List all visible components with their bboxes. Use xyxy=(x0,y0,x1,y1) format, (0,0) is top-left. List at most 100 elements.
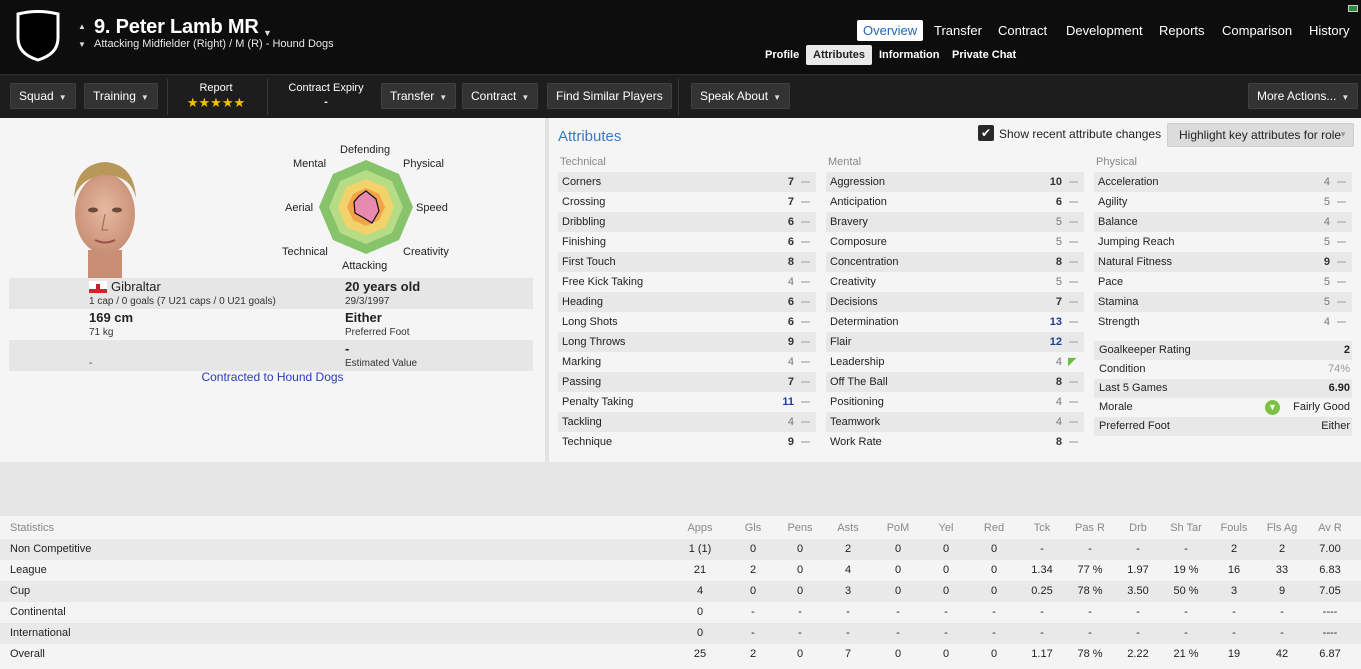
statistics-cell: 2 xyxy=(1230,543,1238,555)
attribute-row-strength[interactable]: Strength 4 xyxy=(1094,312,1352,332)
tab-reports[interactable]: Reports xyxy=(1153,20,1211,41)
statistics-row[interactable]: Non Competitive 1 (1) 0 0 2 0 0 0 - - - - 2 2 7.00 xyxy=(0,539,1361,560)
attribute-value: 7 xyxy=(787,196,794,208)
contract-expiry-label: Contract Expiry xyxy=(288,82,364,94)
attribute-trend-dash xyxy=(1069,241,1078,243)
statistics-cell: - xyxy=(1088,543,1092,555)
attribute-trend-dash xyxy=(801,261,810,263)
attribute-row-determination[interactable]: Determination 13 xyxy=(826,312,1084,332)
attribute-row-jumping-reach[interactable]: Jumping Reach 5 xyxy=(1094,232,1352,252)
tab-contract[interactable]: Contract xyxy=(992,20,1053,41)
attribute-value: 4 xyxy=(1323,216,1330,228)
radar-label-creativity: Creativity xyxy=(403,246,449,258)
tab-comparison[interactable]: Comparison xyxy=(1216,20,1298,41)
training-button[interactable]: Training ▼ xyxy=(84,83,158,109)
attribute-row-dribbling[interactable]: Dribbling 6 xyxy=(558,212,816,232)
attribute-row-decisions[interactable]: Decisions 7 xyxy=(826,292,1084,312)
next-player-icon[interactable]: ▼ xyxy=(78,40,86,49)
player-menu-chevron-down-icon[interactable]: ▼ xyxy=(263,28,272,38)
statistics-cell: 0 xyxy=(749,585,757,597)
attribute-value: 6 xyxy=(787,296,794,308)
contract-label: Contract xyxy=(471,89,517,103)
attribute-row-acceleration[interactable]: Acceleration 4 xyxy=(1094,172,1352,192)
attribute-row-natural-fitness[interactable]: Natural Fitness 9 xyxy=(1094,252,1352,272)
attribute-trend-dash xyxy=(1069,321,1078,323)
speak-about-button[interactable]: Speak About ▼ xyxy=(691,83,790,109)
attribute-row-creativity[interactable]: Creativity 5 xyxy=(826,272,1084,292)
statistics-row[interactable]: International 0- - - - - - - - - - - - ---- xyxy=(0,623,1361,644)
attribute-row-concentration[interactable]: Concentration 8 xyxy=(826,252,1084,272)
attribute-row-aggression[interactable]: Aggression 10 xyxy=(826,172,1084,192)
radar-label-technical: Technical xyxy=(282,246,328,258)
statistics-row[interactable]: Cup 4 0 0 3 0 0 0 0.25 78 % 3.50 50 % 3 9 7.05 xyxy=(0,581,1361,602)
subtab-profile[interactable]: Profile xyxy=(758,45,806,65)
attribute-row-composure[interactable]: Composure 5 xyxy=(826,232,1084,252)
attribute-row-first-touch[interactable]: First Touch 8 xyxy=(558,252,816,272)
tab-development[interactable]: Development xyxy=(1060,20,1149,41)
attribute-row-work-rate[interactable]: Work Rate 8 xyxy=(826,432,1084,452)
attribute-row-balance[interactable]: Balance 4 xyxy=(1094,212,1352,232)
toolbar-divider xyxy=(267,79,268,115)
attribute-name: Technique xyxy=(562,436,613,448)
tab-transfer[interactable]: Transfer xyxy=(928,20,988,41)
chevron-down-icon: ▼ xyxy=(521,93,530,102)
attribute-row-crossing[interactable]: Crossing 7 xyxy=(558,192,816,212)
attribute-row-bravery[interactable]: Bravery 5 xyxy=(826,212,1084,232)
attribute-row-heading[interactable]: Heading 6 xyxy=(558,292,816,312)
previous-player-icon[interactable]: ▲ xyxy=(78,22,86,31)
subtab-information[interactable]: Information xyxy=(872,45,947,65)
tab-history[interactable]: History xyxy=(1303,20,1355,41)
attribute-row-tackling[interactable]: Tackling 4 xyxy=(558,412,816,432)
attribute-row-technique[interactable]: Technique 9 xyxy=(558,432,816,452)
statistics-row[interactable]: Overall 25 2 0 7 0 0 0 1.17 78 % 2.22 21 % 19 42 6.87 xyxy=(0,644,1361,665)
attribute-row-free-kick-taking[interactable]: Free Kick Taking 4 xyxy=(558,272,816,292)
radar-label-physical: Physical xyxy=(403,158,444,170)
attribute-row-agility[interactable]: Agility 5 xyxy=(1094,192,1352,212)
more-actions-button[interactable]: More Actions... ▼ xyxy=(1248,83,1359,109)
statistics-cell: 1.34 xyxy=(1031,564,1053,576)
attribute-row-long-throws[interactable]: Long Throws 9 xyxy=(558,332,816,352)
attribute-row-passing[interactable]: Passing 7 xyxy=(558,372,816,392)
find-similar-players-button[interactable]: Find Similar Players xyxy=(547,83,672,109)
statistics-cell: - xyxy=(798,627,802,639)
attribute-value: 8 xyxy=(1055,256,1062,268)
attribute-row-long-shots[interactable]: Long Shots 6 xyxy=(558,312,816,332)
attribute-trend-dash xyxy=(1337,221,1346,223)
transfer-label: Transfer xyxy=(390,89,435,103)
statistics-row[interactable]: League 21 2 0 4 0 0 0 1.34 77 % 1.97 19 % 16 33 6.83 xyxy=(0,560,1361,581)
attribute-name: Strength xyxy=(1098,316,1140,328)
transfer-button[interactable]: Transfer ▼ xyxy=(381,83,457,109)
statistics-row[interactable]: Continental 0- - - - - - - - - - - - ---- xyxy=(0,602,1361,623)
preferred-foot-label: Preferred Foot xyxy=(345,327,410,338)
attribute-row-flair[interactable]: Flair 12 xyxy=(826,332,1084,352)
attribute-row-corners[interactable]: Corners 7 xyxy=(558,172,816,192)
report-stars-icon[interactable]: ★★★★★ xyxy=(180,95,252,111)
subtab-private-chat[interactable]: Private Chat xyxy=(945,45,1023,65)
statistics-cell: 0 xyxy=(894,648,902,660)
statistics-cell: 0 xyxy=(942,648,950,660)
attribute-row-positioning[interactable]: Positioning 4 xyxy=(826,392,1084,412)
attribute-row-off-the-ball[interactable]: Off The Ball 8 xyxy=(826,372,1084,392)
attribute-row-pace[interactable]: Pace 5 xyxy=(1094,272,1352,292)
attribute-row-penalty-taking[interactable]: Penalty Taking 11 xyxy=(558,392,816,412)
attribute-name: Flair xyxy=(830,336,852,348)
statistics-column-header: Pens xyxy=(787,522,813,534)
nationality-label[interactable]: Gibraltar xyxy=(111,279,161,294)
attribute-row-finishing[interactable]: Finishing 6 xyxy=(558,232,816,252)
attribute-name: Marking xyxy=(562,356,602,368)
attribute-value: 4 xyxy=(1055,396,1062,408)
attribute-row-anticipation[interactable]: Anticipation 6 xyxy=(826,192,1084,212)
tab-overview[interactable]: Overview xyxy=(857,20,924,41)
attribute-value: 5 xyxy=(1055,236,1062,248)
contract-button[interactable]: Contract ▼ xyxy=(462,83,539,109)
subtab-attributes[interactable]: Attributes xyxy=(806,45,872,65)
highlight-key-attributes-dropdown[interactable]: Highlight key attributes for role ▼ xyxy=(1167,123,1354,147)
attribute-row-teamwork[interactable]: Teamwork 4 xyxy=(826,412,1084,432)
contract-status-link[interactable]: Contracted to Hound Dogs xyxy=(0,370,545,384)
show-recent-changes-checkbox[interactable]: ✔ xyxy=(978,125,994,141)
attribute-row-marking[interactable]: Marking 4 xyxy=(558,352,816,372)
statistics-cell: 19 xyxy=(1227,648,1241,660)
squad-button[interactable]: Squad ▼ xyxy=(10,83,76,109)
attribute-row-stamina[interactable]: Stamina 5 xyxy=(1094,292,1352,312)
attribute-row-leadership[interactable]: Leadership 4 ◤ xyxy=(826,352,1084,372)
